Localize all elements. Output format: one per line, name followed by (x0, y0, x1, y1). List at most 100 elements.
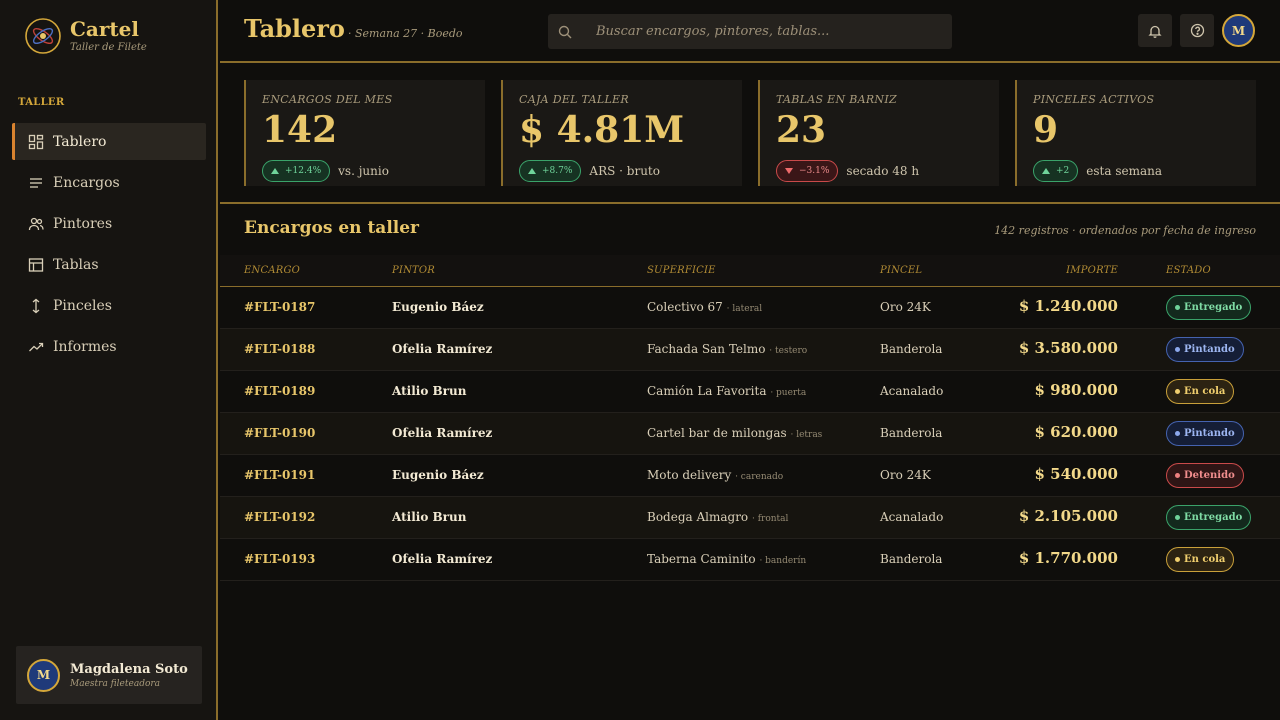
table-row[interactable]: #FLT-0188 Ofelia Ramírez Fachada San Telmo… (220, 329, 1280, 371)
kpi-card-encargos[interactable]: ENCARGOS DEL MES 142 +12.4% vs. junio (244, 80, 485, 186)
kpi-card-caja[interactable]: CAJA DEL TALLER $ 4.81M +8.7% ARS · brut… (501, 80, 742, 186)
brand-name: Cartel (70, 16, 139, 41)
surface-name: Bodega Almagro (647, 510, 749, 524)
sidebar-item-tablero[interactable]: Tablero (12, 123, 206, 160)
status-label: Detenido (1184, 470, 1235, 481)
column-header-encargo[interactable]: ENCARGO (244, 265, 300, 276)
painter-name: Ofelia Ramírez (392, 552, 493, 566)
column-header-pintor[interactable]: PINTOR (392, 265, 435, 276)
order-id[interactable]: #FLT-0193 (244, 552, 315, 566)
table-header: ENCARGO PINTOR SUPERFICIE PINCEL IMPORTE… (220, 255, 1280, 287)
arrow-up-icon (1042, 168, 1050, 174)
surface-detail: · testero (769, 346, 808, 356)
table-row[interactable]: #FLT-0187 Eugenio Báez Colectivo 67 · late… (220, 287, 1280, 329)
amount: $ 1.240.000 (1018, 297, 1118, 315)
table-row[interactable]: #FLT-0189 Atilio Brun Camión La Favorita ·… (220, 371, 1280, 413)
column-header-superficie[interactable]: SUPERFICIE (647, 265, 716, 276)
table-row[interactable]: #FLT-0192 Atilio Brun Bodega Almagro · fro… (220, 497, 1280, 539)
table-row[interactable]: #FLT-0193 Ofelia Ramírez Taberna Caminito … (220, 539, 1280, 581)
sidebar-item-label: Encargos (53, 174, 120, 191)
painter-name: Atilio Brun (392, 384, 467, 398)
amount: $ 2.105.000 (1018, 507, 1118, 525)
order-id[interactable]: #FLT-0190 (244, 426, 315, 440)
amount: $ 540.000 (1034, 465, 1118, 483)
brand[interactable]: Cartel Taller de Filete (24, 17, 147, 55)
table-row[interactable]: #FLT-0190 Ofelia Ramírez Cartel bar de mil… (220, 413, 1280, 455)
surface-cell: Bodega Almagro · frontal (647, 510, 788, 524)
status-dot-icon (1175, 557, 1180, 562)
delta-value: +8.7% (542, 166, 573, 176)
header: Tablero · Semana 27 · Boedo M (220, 0, 1280, 63)
header-avatar[interactable]: M (1222, 14, 1255, 47)
status-badge: Entregado (1166, 295, 1252, 320)
kpi-value: 9 (1033, 109, 1059, 151)
sidebar-item-encargos[interactable]: Encargos (12, 164, 206, 201)
status-dot-icon (1175, 389, 1180, 394)
user-card[interactable]: M Magdalena Soto Maestra fileteadora (16, 646, 202, 704)
painter-name: Ofelia Ramírez (392, 426, 493, 440)
search-input[interactable] (596, 24, 936, 39)
brush-icon (28, 298, 44, 314)
avatar: M (27, 658, 60, 692)
surface-detail: · letras (790, 430, 823, 440)
delta-badge: −3.1% (776, 160, 839, 182)
table-body: #FLT-0187 Eugenio Báez Colectivo 67 · late… (220, 287, 1280, 581)
surface-name: Cartel bar de milongas (647, 426, 787, 440)
order-id[interactable]: #FLT-0192 (244, 510, 315, 524)
sidebar-item-tablas[interactable]: Tablas (12, 246, 206, 283)
sidebar-item-pinceles[interactable]: Pinceles (12, 287, 206, 324)
column-header-estado[interactable]: ESTADO (1166, 265, 1211, 276)
page-title: Tablero (244, 14, 345, 43)
order-id[interactable]: #FLT-0187 (244, 300, 315, 314)
surface-cell: Taberna Caminito · banderín (647, 552, 806, 566)
status-label: Pintando (1184, 344, 1235, 355)
help-button[interactable] (1180, 14, 1214, 47)
kpi-note: secado 48 h (846, 164, 920, 178)
order-id[interactable]: #FLT-0189 (244, 384, 315, 398)
brush-name: Acanalado (880, 510, 944, 524)
sidebar-nav: Tablero Encargos Pintores Tablas Pincele… (12, 123, 206, 369)
surface-name: Taberna Caminito (647, 552, 756, 566)
amount: $ 620.000 (1034, 423, 1118, 441)
kpi-note: vs. junio (338, 164, 389, 178)
column-header-importe[interactable]: IMPORTE (1066, 265, 1118, 276)
sidebar-item-informes[interactable]: Informes (12, 328, 206, 365)
surface-cell: Moto delivery · carenado (647, 468, 783, 482)
sidebar-item-label: Informes (53, 338, 117, 355)
arrow-down-icon (785, 168, 793, 174)
table-row[interactable]: #FLT-0191 Eugenio Báez Moto delivery · car… (220, 455, 1280, 497)
sidebar-item-label: Tablas (53, 256, 99, 273)
sidebar-item-pintores[interactable]: Pintores (12, 205, 206, 242)
trend-icon (28, 339, 44, 355)
search-icon (558, 25, 572, 39)
surface-cell: Camión La Favorita · puerta (647, 384, 806, 398)
nav-section-label: TALLER (18, 97, 65, 108)
notifications-button[interactable] (1138, 14, 1172, 47)
search-bar[interactable] (548, 14, 952, 49)
status-label: Pintando (1184, 428, 1235, 439)
section-divider (220, 202, 1280, 204)
kpi-label: TABLAS EN BARNIZ (776, 93, 897, 106)
brush-name: Banderola (880, 552, 943, 566)
help-icon (1190, 23, 1204, 38)
kpi-card-tablas[interactable]: TABLAS EN BARNIZ 23 −3.1% secado 48 h (758, 80, 999, 186)
order-id[interactable]: #FLT-0191 (244, 468, 315, 482)
brush-name: Banderola (880, 426, 943, 440)
delta-value: −3.1% (799, 166, 830, 176)
surface-name: Moto delivery (647, 468, 732, 482)
delta-badge: +8.7% (519, 160, 582, 182)
order-id[interactable]: #FLT-0188 (244, 342, 315, 356)
sidebar-item-label: Pintores (53, 215, 113, 232)
kpi-card-pinceles[interactable]: PINCELES ACTIVOS 9 +2 esta semana (1015, 80, 1256, 186)
status-dot-icon (1175, 473, 1180, 478)
kpi-label: PINCELES ACTIVOS (1033, 93, 1155, 106)
status-badge: Pintando (1166, 421, 1244, 446)
column-header-pincel[interactable]: PINCEL (880, 265, 922, 276)
kpi-note: esta semana (1086, 164, 1163, 178)
kpi-value: 142 (262, 109, 338, 151)
brush-name: Banderola (880, 342, 943, 356)
kpi-value: 23 (776, 109, 827, 151)
surface-detail: · banderín (759, 556, 807, 566)
kpi-note: ARS · bruto (589, 164, 660, 178)
surface-cell: Fachada San Telmo · testero (647, 342, 807, 356)
